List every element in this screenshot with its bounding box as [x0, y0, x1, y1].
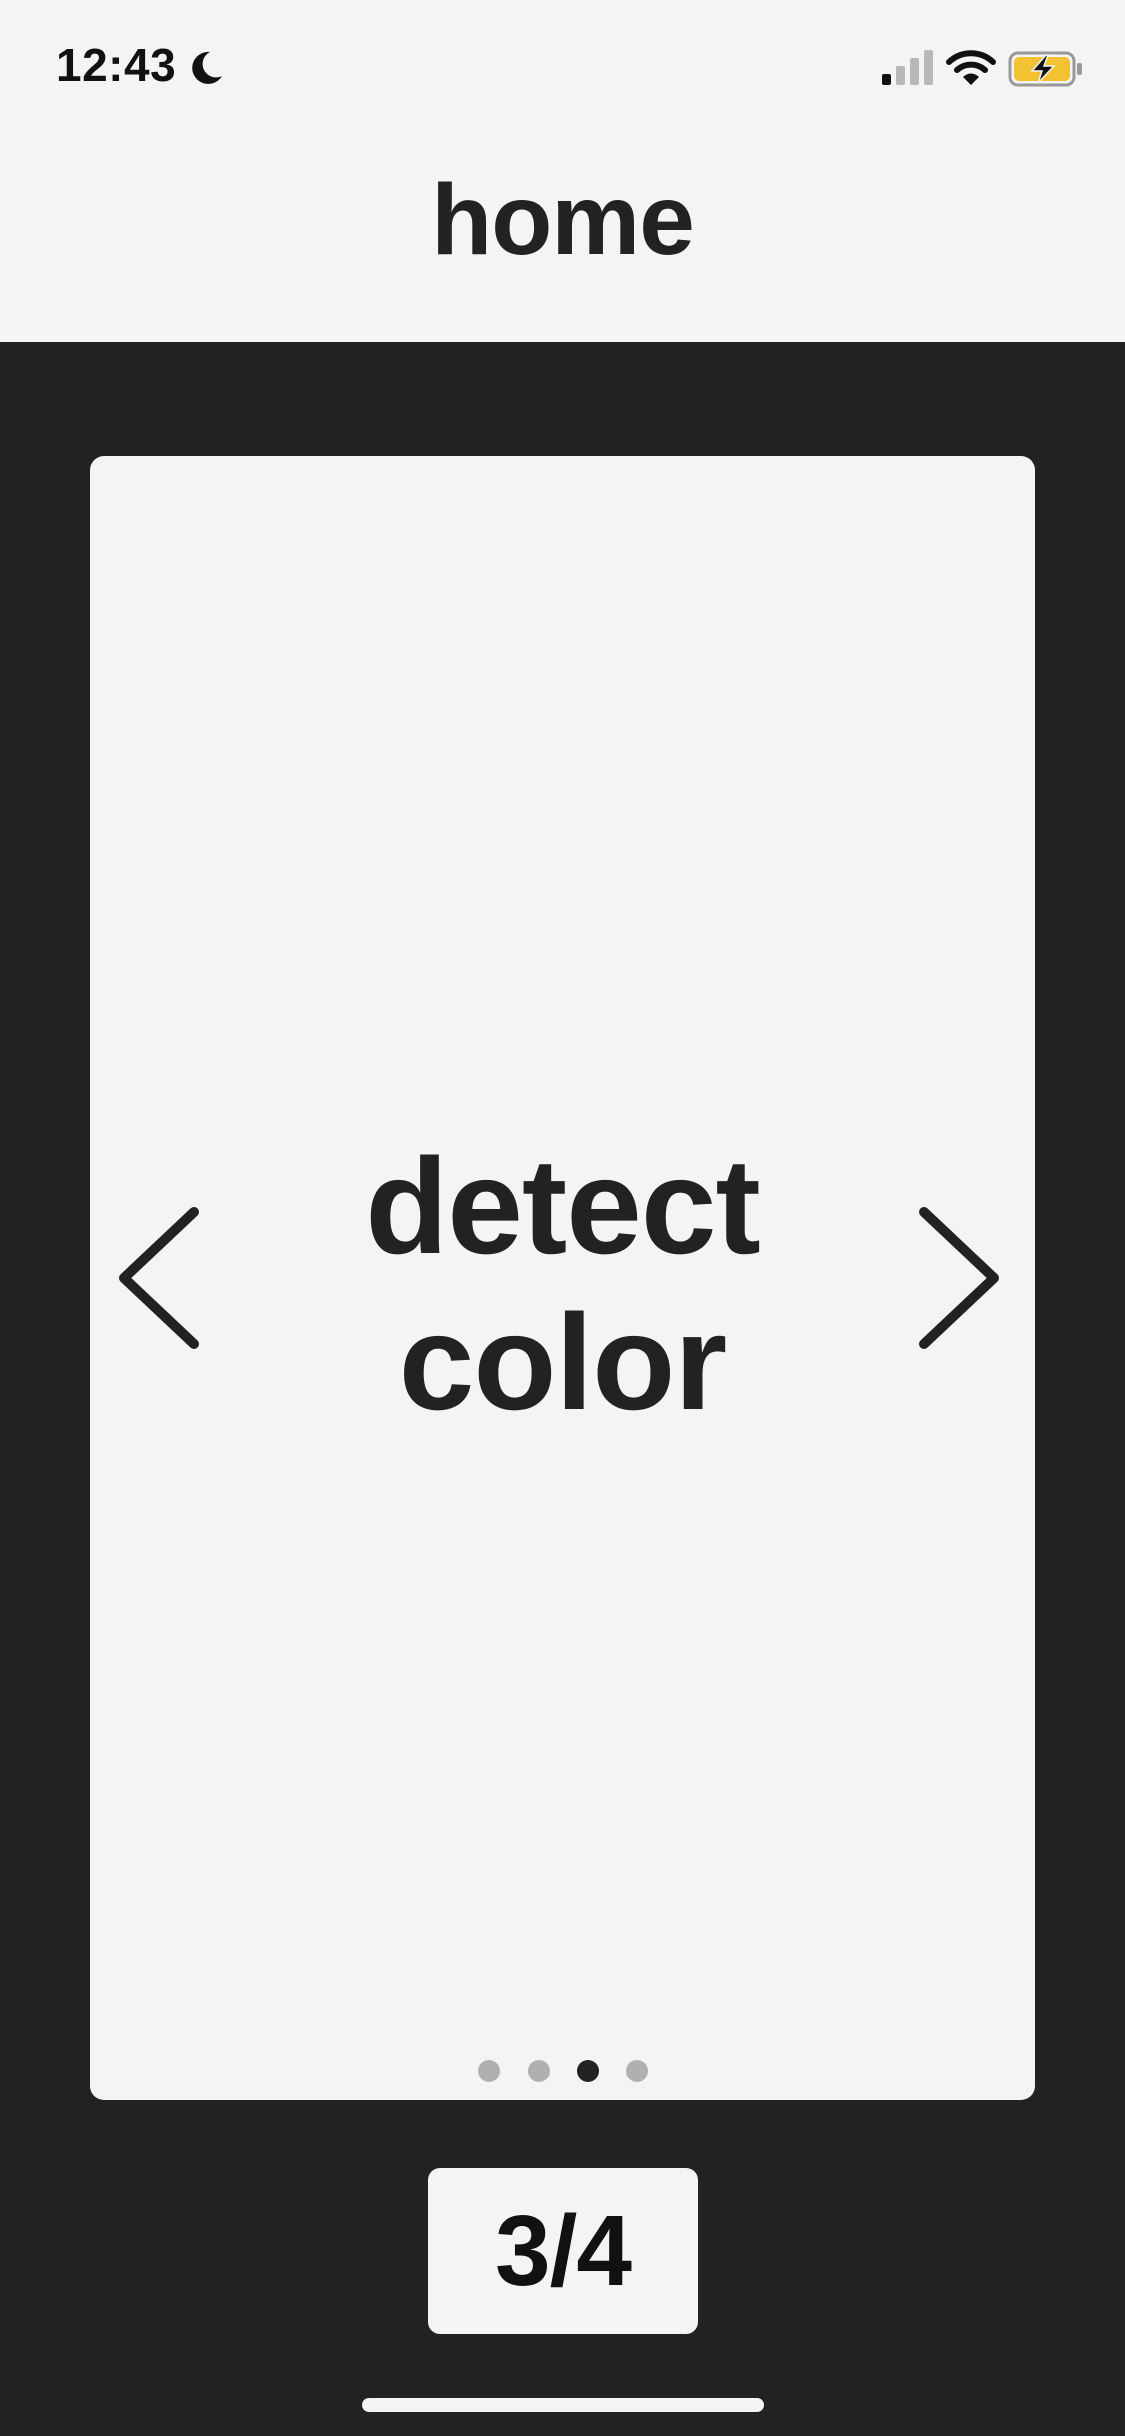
home-indicator[interactable] — [362, 2398, 764, 2412]
carousel-card-label: detect color — [365, 1130, 761, 1438]
page-counter: 3/4 — [428, 2168, 698, 2334]
page-dot-4[interactable] — [626, 2060, 648, 2082]
cellular-signal-icon — [882, 50, 933, 85]
page-dot-2[interactable] — [528, 2060, 550, 2082]
wifi-icon — [946, 50, 996, 85]
app-screen: 12:43 home detect color 3/4 — [0, 0, 1125, 2436]
chevron-right-icon[interactable] — [912, 1198, 1008, 1358]
status-time: 12:43 — [56, 39, 177, 91]
page-indicator — [468, 2060, 658, 2086]
status-bar: 12:43 — [0, 0, 1125, 140]
page-title: home — [431, 164, 695, 276]
page-counter-text: 3/4 — [494, 2194, 632, 2307]
chevron-left-icon[interactable] — [110, 1198, 206, 1358]
page-dot-3-active[interactable] — [577, 2060, 599, 2082]
battery-charging-icon — [1008, 51, 1082, 87]
header-area: 12:43 home — [0, 0, 1125, 342]
moon-icon — [192, 51, 222, 84]
page-dot-1[interactable] — [478, 2060, 500, 2082]
